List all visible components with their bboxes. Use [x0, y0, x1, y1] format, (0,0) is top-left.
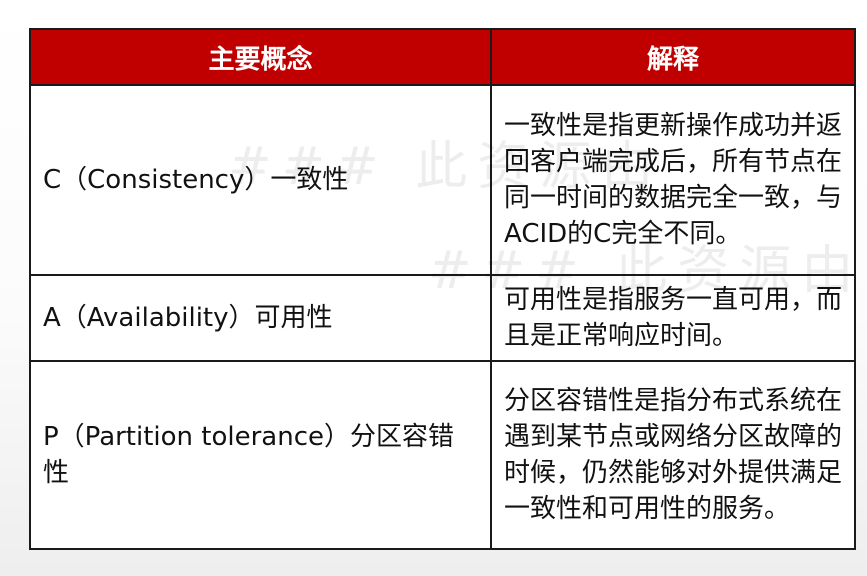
cap-concepts-table: 主要概念 解释 C（Consistency）一致性 一致性是指更新操作成功并返回… [29, 28, 856, 550]
header-explanation: 解释 [490, 28, 856, 86]
table-row-partition-tolerance: P（Partition tolerance）分区容错性 分区容错性是指分布式系统… [29, 360, 856, 550]
explanation-availability: 可用性是指服务一直可用，而且是正常响应时间。 [490, 274, 856, 362]
concept-availability: A（Availability）可用性 [29, 274, 492, 362]
table-header-row: 主要概念 解释 [29, 28, 856, 86]
table-row-availability: A（Availability）可用性 可用性是指服务一直可用，而且是正常响应时间… [29, 274, 856, 362]
concept-partition-tolerance: P（Partition tolerance）分区容错性 [29, 360, 492, 550]
explanation-consistency: 一致性是指更新操作成功并返回客户端完成后，所有节点在同一时间的数据完全一致，与A… [490, 84, 856, 276]
table-row-consistency: C（Consistency）一致性 一致性是指更新操作成功并返回客户端完成后，所… [29, 84, 856, 276]
concept-consistency: C（Consistency）一致性 [29, 84, 492, 276]
header-main-concept: 主要概念 [29, 28, 492, 86]
explanation-partition-tolerance: 分区容错性是指分布式系统在遇到某节点或网络分区故障的时候，仍然能够对外提供满足一… [490, 360, 856, 550]
